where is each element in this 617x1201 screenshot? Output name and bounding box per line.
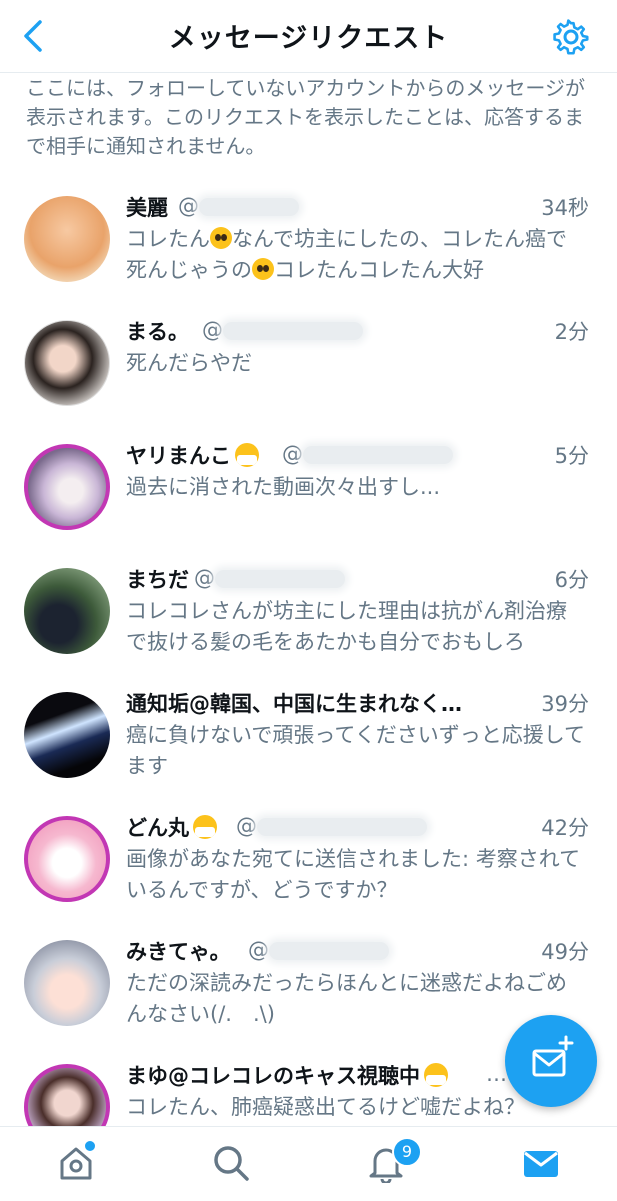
timestamp: 2分: [554, 320, 589, 344]
message-preview: コレたん なんで坊主にしたの、コレたん癌で死んじゃうの コレたんコレたん大好: [126, 227, 567, 282]
message-preview: 過去に消された動画次々出すし...: [126, 475, 441, 499]
sender-name: みきてゃ。: [126, 940, 231, 964]
home-unread-dot: [85, 1141, 95, 1151]
message-request-row[interactable]: ヤリまんこ @ 5分 過去に消された動画次々出すし...: [0, 424, 617, 549]
message-request-row[interactable]: どん丸 @ 42分 画像があなた宛てに送信されました: 考察されているんですが、…: [0, 796, 617, 921]
sender-name: まる。: [126, 320, 189, 344]
sender-handle: …: [486, 1062, 507, 1086]
request-notice: ここには、フォローしていないアカウントからのメッセージが表示されます。このリクエ…: [0, 72, 617, 177]
timestamp: 34秒: [541, 196, 589, 220]
timestamp: 42分: [541, 816, 589, 840]
pleading-emoji-icon: [252, 258, 274, 280]
mask-emoji-icon: [193, 815, 217, 839]
mask-emoji-icon: [424, 1063, 448, 1087]
timestamp: 39分: [541, 692, 589, 716]
avatar[interactable]: [24, 320, 110, 406]
message-preview: 画像があなた宛てに送信されました: 考察されているんですが、どうですか？: [126, 847, 581, 902]
header: メッセージリクエスト: [0, 0, 617, 73]
message-preview: コレコレさんが坊主にした理由は抗がん剤治療で抜ける髪の毛をあたかも自分でおもしろ: [126, 599, 567, 654]
avatar[interactable]: [24, 940, 110, 1026]
sender-handle: @: [236, 814, 427, 838]
mail-icon[interactable]: [521, 1143, 561, 1183]
sender-handle: @: [178, 194, 299, 218]
page-title: メッセージリクエスト: [168, 23, 449, 54]
sender-name: まゆ@コレコレのキャス視聴中: [126, 1060, 448, 1090]
search-icon[interactable]: [211, 1143, 251, 1183]
sender-name: 通知垢@韓国、中国に生まれなく…: [126, 692, 462, 716]
avatar[interactable]: [24, 444, 110, 530]
sender-name: 美麗: [126, 196, 168, 220]
notice-text: ここには、フォローしていないアカウントからのメッセージが表示されます。このリクエ…: [26, 76, 585, 158]
message-request-row[interactable]: まちだ @ 6分 コレコレさんが坊主にした理由は抗がん剤治療で抜ける髪の毛をあた…: [0, 548, 617, 673]
message-request-row[interactable]: 美麗 @ 34秒 コレたん なんで坊主にしたの、コレたん癌で死んじゃうの コレたんコ…: [0, 176, 617, 301]
sender-handle: @: [282, 442, 453, 466]
pleading-emoji-icon: [210, 227, 232, 249]
timestamp: 6分: [554, 568, 589, 592]
sender-name: どん丸: [126, 812, 217, 842]
avatar[interactable]: [24, 196, 110, 282]
sender-name: まちだ: [126, 568, 189, 592]
timestamp: 49分: [541, 940, 589, 964]
timestamp: 5分: [554, 444, 589, 468]
avatar[interactable]: [24, 692, 110, 778]
sender-handle: @: [248, 938, 389, 962]
message-request-row[interactable]: 通知垢@韓国、中国に生まれなく… 39分 癌に負けないで頑張ってくださいずっと応…: [0, 672, 617, 797]
sender-name: ヤリまんこ: [126, 440, 259, 470]
bottom-tab-bar: 9: [0, 1126, 617, 1201]
notifications-badge: 9: [392, 1137, 422, 1167]
mask-emoji-icon: [235, 443, 259, 467]
sender-handle: @: [194, 566, 345, 590]
message-preview: 癌に負けないで頑張ってくださいずっと応援してます: [126, 723, 586, 778]
message-preview: 死んだらやだ: [126, 351, 252, 375]
avatar[interactable]: [24, 816, 110, 902]
new-message-button[interactable]: [505, 1015, 597, 1107]
avatar[interactable]: [24, 568, 110, 654]
message-request-row[interactable]: まる。 @ 2分 死んだらやだ: [0, 300, 617, 425]
gear-icon[interactable]: [552, 18, 590, 56]
sender-handle: @: [202, 318, 363, 342]
new-message-icon: [532, 1035, 574, 1077]
